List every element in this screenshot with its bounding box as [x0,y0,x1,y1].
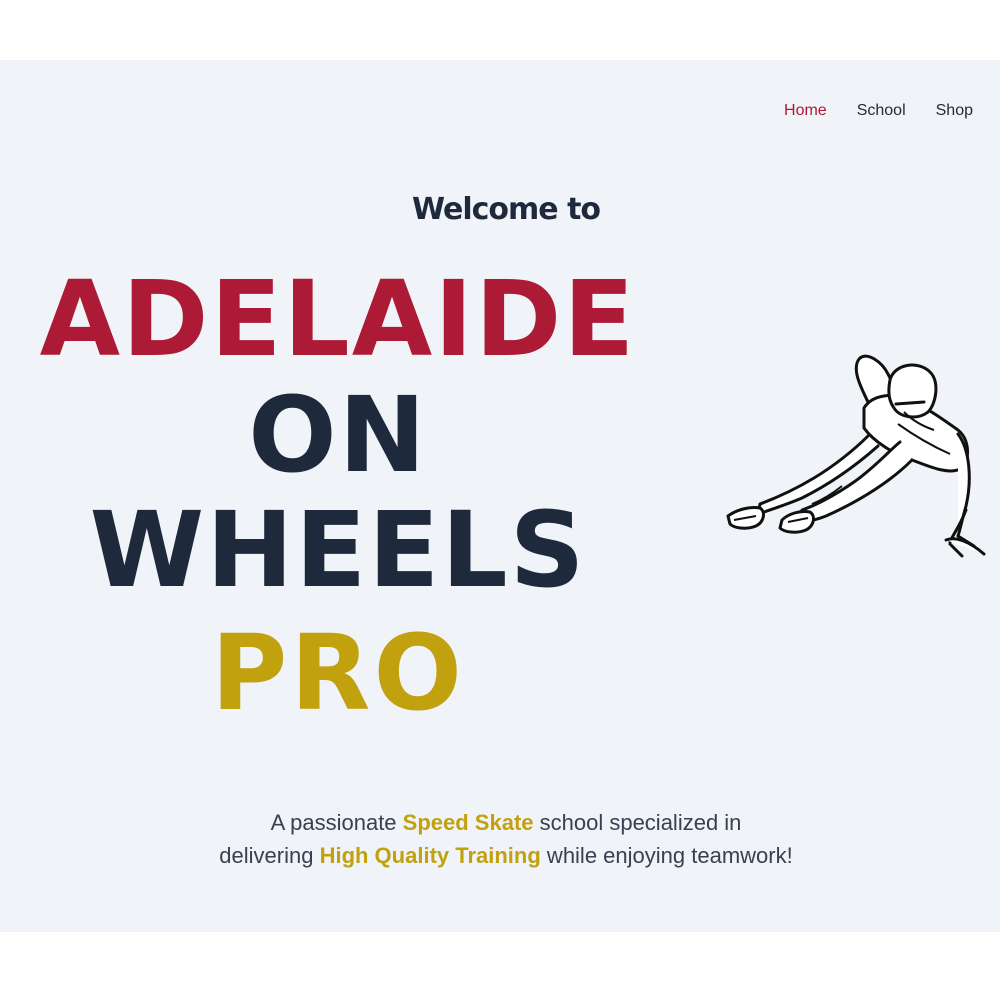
top-nav: Home School Shop [754,102,973,120]
tagline-line-1: A passionate Speed Skate school speciali… [0,806,1000,839]
highlight-speed-skate: Speed Skate [402,810,534,835]
tagline-line-1-post: school specialized in [533,810,742,835]
nav-shop-link[interactable]: Shop [936,102,973,120]
hero-tagline: A passionate Speed Skate school speciali… [0,806,1000,872]
nav-school-link[interactable]: School [857,102,906,120]
highlight-high-quality-training: High Quality Training [319,843,541,868]
title-line-wheels: WHEELS [89,489,587,611]
tagline-line-1-pre: A passionate [270,810,403,835]
nav-home-link[interactable]: Home [784,102,827,120]
tagline-line-2-post: while enjoying teamwork! [540,843,793,868]
tagline-line-2-pre: delivering [219,843,320,868]
page: Home School Shop Welcome to ADELAIDE ON … [0,0,1000,1000]
welcome-heading: Welcome to [411,192,601,227]
title-line-pro: PRO [211,612,465,734]
title-line-adelaide: ADELAIDE [39,258,637,380]
speed-skater-illustration [726,354,986,558]
title-line-on: ON [248,374,428,496]
tagline-line-2: delivering High Quality Training while e… [0,839,1000,872]
